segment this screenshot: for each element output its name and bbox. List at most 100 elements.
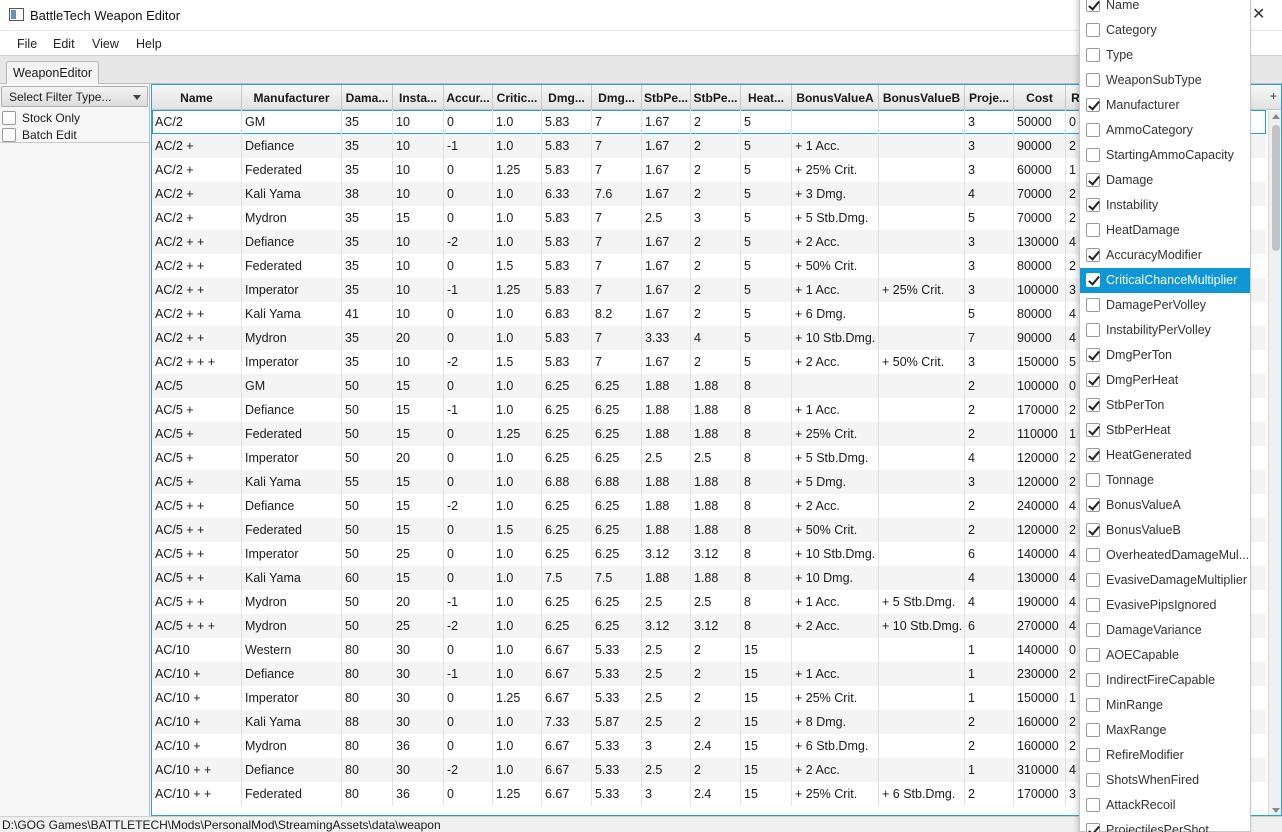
table-cell[interactable]: 1.0 — [493, 206, 542, 230]
table-cell[interactable]: 6.25 — [542, 494, 592, 518]
table-cell[interactable]: 100000 — [1014, 278, 1066, 302]
table-cell[interactable]: -2 — [444, 230, 493, 254]
column-toggle-item[interactable]: OverheatedDamageMul... — [1080, 543, 1250, 568]
table-cell[interactable]: 0 — [444, 302, 493, 326]
table-cell[interactable]: Defiance — [242, 758, 342, 782]
table-cell[interactable]: 10 — [393, 134, 444, 158]
table-cell[interactable]: + 5 Dmg. — [792, 470, 879, 494]
table-cell[interactable]: 0 — [444, 326, 493, 350]
table-cell[interactable]: 25 — [393, 542, 444, 566]
table-cell[interactable]: 20 — [393, 446, 444, 470]
table-cell[interactable]: AC/10 — [152, 638, 242, 662]
table-cell[interactable]: -2 — [444, 494, 493, 518]
table-cell[interactable]: 50 — [342, 518, 393, 542]
table-cell[interactable]: AC/2 + — [152, 134, 242, 158]
column-toggle-item[interactable]: EvasiveDamageMultiplier — [1080, 568, 1250, 593]
column-toggle-item[interactable]: StbPerHeat — [1080, 418, 1250, 443]
table-cell[interactable]: 3 — [691, 206, 741, 230]
table-cell[interactable]: 4 — [965, 182, 1014, 206]
table-cell[interactable]: 6.25 — [592, 518, 642, 542]
table-cell[interactable]: 80 — [342, 662, 393, 686]
table-cell[interactable]: Federated — [242, 518, 342, 542]
table-cell[interactable]: 1.88 — [691, 470, 741, 494]
table-cell[interactable]: 35 — [342, 254, 393, 278]
table-cell[interactable]: 0 — [444, 542, 493, 566]
table-cell[interactable]: 1.88 — [691, 374, 741, 398]
table-cell[interactable]: 10 — [393, 158, 444, 182]
table-cell[interactable]: Mydron — [242, 206, 342, 230]
table-cell[interactable]: + 2 Acc. — [792, 230, 879, 254]
table-cell[interactable]: 8 — [741, 542, 792, 566]
table-cell[interactable]: 160000 — [1014, 710, 1066, 734]
table-cell[interactable]: 36 — [393, 782, 444, 806]
column-header[interactable]: BonusValueA — [792, 85, 879, 110]
table-cell[interactable]: 2 — [965, 422, 1014, 446]
table-cell[interactable]: 140000 — [1014, 638, 1066, 662]
checkbox-checked-icon[interactable] — [1086, 348, 1100, 362]
table-cell[interactable]: 55 — [342, 470, 393, 494]
table-cell[interactable]: 2 — [691, 230, 741, 254]
column-header[interactable]: Insta... — [393, 85, 444, 110]
table-cell[interactable]: Kali Yama — [242, 566, 342, 590]
table-cell[interactable]: 15 — [741, 758, 792, 782]
column-toggle-item[interactable]: HeatDamage — [1080, 218, 1250, 243]
table-cell[interactable]: 5.83 — [542, 110, 592, 134]
table-cell[interactable]: 100000 — [1014, 374, 1066, 398]
table-cell[interactable]: 1.0 — [493, 470, 542, 494]
table-cell[interactable]: AC/2 + — [152, 182, 242, 206]
table-cell[interactable]: + 8 Dmg. — [792, 710, 879, 734]
table-cell[interactable]: 7 — [592, 326, 642, 350]
table-cell[interactable]: 15 — [393, 470, 444, 494]
table-cell[interactable]: 1.88 — [691, 566, 741, 590]
table-cell[interactable]: Defiance — [242, 230, 342, 254]
table-cell[interactable]: 5.83 — [542, 158, 592, 182]
table-cell[interactable]: 240000 — [1014, 494, 1066, 518]
table-cell[interactable] — [879, 758, 965, 782]
table-cell[interactable]: 1.0 — [493, 566, 542, 590]
table-cell[interactable]: 3 — [965, 278, 1014, 302]
checkbox-unchecked-icon[interactable] — [1086, 698, 1100, 712]
table-cell[interactable] — [792, 638, 879, 662]
table-cell[interactable] — [879, 254, 965, 278]
table-cell[interactable]: AC/2 + — [152, 206, 242, 230]
column-toggle-item[interactable]: StartingAmmoCapacity — [1080, 143, 1250, 168]
table-cell[interactable]: Federated — [242, 422, 342, 446]
table-cell[interactable]: 2 — [965, 374, 1014, 398]
table-cell[interactable]: AC/2 + + + — [152, 350, 242, 374]
table-cell[interactable]: AC/10 + + — [152, 782, 242, 806]
table-cell[interactable]: 7 — [592, 110, 642, 134]
table-cell[interactable]: 5.33 — [592, 758, 642, 782]
table-cell[interactable]: 1 — [965, 686, 1014, 710]
column-header[interactable]: BonusValueB — [879, 85, 965, 110]
table-cell[interactable]: 5.87 — [592, 710, 642, 734]
table-cell[interactable]: 0 — [444, 638, 493, 662]
table-cell[interactable]: 15 — [741, 734, 792, 758]
table-cell[interactable]: 1.25 — [493, 422, 542, 446]
table-cell[interactable]: 5 — [741, 158, 792, 182]
column-toggle-item[interactable]: AccuracyModifier — [1080, 243, 1250, 268]
table-cell[interactable]: AC/2 — [152, 110, 242, 134]
column-toggle-item[interactable]: CriticalChanceMultiplier — [1080, 268, 1250, 293]
table-cell[interactable]: 8 — [741, 614, 792, 638]
table-cell[interactable]: 30 — [393, 686, 444, 710]
table-cell[interactable]: 80000 — [1014, 302, 1066, 326]
column-toggle-item[interactable]: AOECapable — [1080, 643, 1250, 668]
table-cell[interactable]: 2.5 — [691, 446, 741, 470]
table-cell[interactable]: AC/10 + + — [152, 758, 242, 782]
table-cell[interactable]: 1.25 — [493, 686, 542, 710]
table-cell[interactable]: AC/10 + — [152, 686, 242, 710]
table-cell[interactable]: 6.67 — [542, 638, 592, 662]
checkbox-unchecked-icon[interactable] — [1086, 23, 1100, 37]
table-cell[interactable]: 0 — [444, 782, 493, 806]
table-cell[interactable]: 160000 — [1014, 734, 1066, 758]
table-cell[interactable]: 2 — [691, 638, 741, 662]
checkbox-unchecked-icon[interactable] — [1086, 798, 1100, 812]
checkbox-unchecked-icon[interactable] — [1086, 623, 1100, 637]
table-cell[interactable]: 0 — [444, 422, 493, 446]
table-cell[interactable]: 1.0 — [493, 614, 542, 638]
table-cell[interactable]: 0 — [444, 206, 493, 230]
table-cell[interactable]: 15 — [741, 686, 792, 710]
table-cell[interactable]: 6.25 — [542, 374, 592, 398]
table-cell[interactable]: 7 — [592, 254, 642, 278]
column-toggle-item[interactable]: Category — [1080, 18, 1250, 43]
